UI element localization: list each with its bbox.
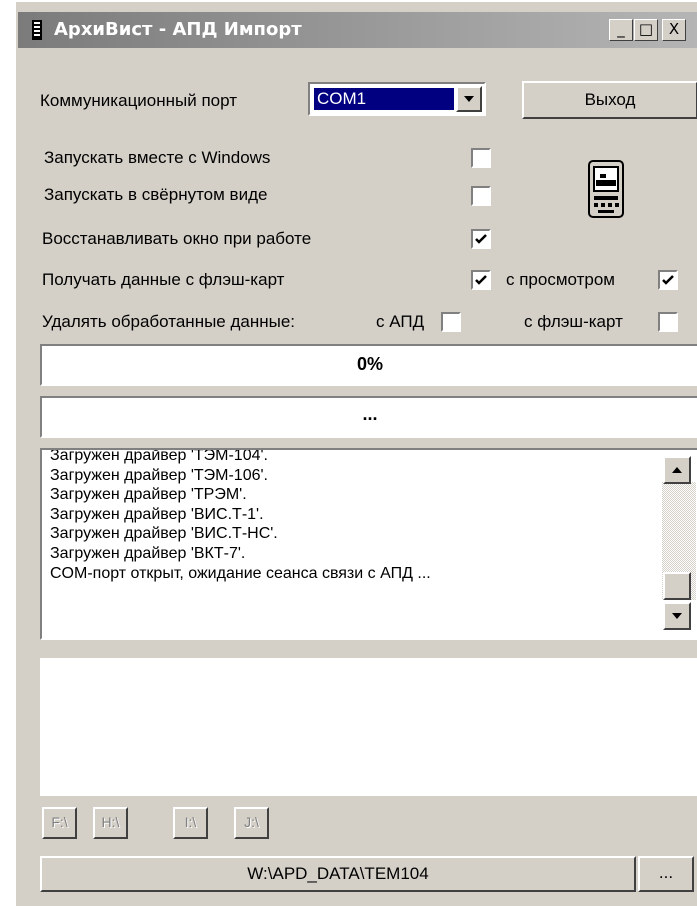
port-combobox[interactable]: COM1 (308, 82, 486, 116)
with-preview-label: с просмотром (506, 270, 615, 289)
option-label-flash: Получать данные с флэш-карт (42, 270, 285, 289)
chevron-up-icon (672, 467, 682, 473)
delete-flash-label: с флэш-карт (524, 312, 623, 331)
chevron-down-icon[interactable] (456, 86, 482, 112)
path-button[interactable]: W:\APD_DATA\TEM104 (40, 856, 636, 892)
log-line: Загружен драйвер 'ТЭМ-104'. (50, 448, 268, 464)
drive-j-label: J:\ (244, 814, 259, 830)
drive-i-label: I:\ (184, 814, 197, 830)
delete-apd-checkbox[interactable] (441, 312, 461, 332)
port-selected-value: COM1 (314, 88, 454, 110)
chevron-down-icon (672, 613, 682, 619)
log-line: Загружен драйвер 'ТРЭМ'. (50, 486, 247, 504)
flash-data-checkbox[interactable] (471, 270, 491, 290)
minimize-button[interactable]: _ (609, 19, 633, 41)
pda-device-icon (588, 160, 624, 218)
status-box: ... (40, 396, 697, 438)
log-line: COM-порт открыт, ожидание сеанса связи с… (50, 564, 431, 582)
minimize-icon: _ (617, 20, 625, 38)
log-lines: Загружен драйвер 'ТЭМ-104'. Загружен дра… (50, 450, 431, 583)
delete-apd-label: с АПД (376, 312, 425, 331)
window-title: АрхиВист - АПД Импорт (54, 19, 302, 40)
browse-button[interactable]: ... (638, 856, 694, 892)
checkmark-icon (475, 275, 487, 285)
checkmark-icon (475, 234, 487, 244)
maximize-button[interactable]: □ (634, 19, 658, 41)
option-label-restore: Восстанавливать окно при работе (42, 229, 312, 248)
exit-button-label: Выход (584, 90, 636, 109)
progress-percent: 0% (356, 354, 383, 374)
scroll-down-button[interactable] (663, 602, 691, 630)
drive-f-button[interactable]: F:\ (42, 807, 77, 839)
with-preview-checkbox[interactable] (658, 270, 678, 290)
title-bar[interactable]: АрхиВист - АПД Импорт _ □ X (18, 12, 697, 48)
app-tower-icon (32, 20, 42, 40)
option-label-autostart: Запускать вместе с Windows (44, 148, 271, 167)
delete-flash-checkbox[interactable] (658, 312, 678, 332)
log-listbox[interactable]: Загружен драйвер 'ТЭМ-104'. Загружен дра… (40, 448, 697, 640)
delete-label: Удалять обработанные данные: (42, 312, 296, 331)
scrollbar-thumb[interactable] (663, 572, 691, 600)
start-minimized-checkbox[interactable] (471, 186, 491, 206)
port-label: Коммуникационный порт (40, 91, 238, 110)
app-window: АрхиВист - АПД Импорт _ □ X Коммуникацио… (14, 0, 697, 906)
close-button[interactable]: X (662, 19, 686, 41)
preview-area (40, 658, 697, 796)
exit-button[interactable]: Выход (522, 81, 697, 119)
log-line: Загружен драйвер 'ТЭМ-106'. (50, 466, 268, 484)
drive-h-label: H:\ (101, 814, 120, 830)
drive-h-button[interactable]: H:\ (93, 807, 128, 839)
option-label-minimized: Запускать в свёрнутом виде (44, 185, 268, 204)
log-line: Загружен драйвер 'ВИС.Т-НС'. (50, 525, 278, 543)
progress-bar: 0% (40, 344, 697, 386)
path-value: W:\APD_DATA\TEM104 (247, 864, 429, 883)
checkmark-icon (662, 275, 674, 285)
drive-f-label: F:\ (51, 814, 68, 830)
log-line: Загружен драйвер 'ВКТ-7'. (50, 544, 246, 562)
maximize-icon: □ (638, 20, 654, 38)
drive-j-button[interactable]: J:\ (234, 807, 269, 839)
drive-i-button[interactable]: I:\ (173, 807, 208, 839)
restore-window-checkbox[interactable] (471, 229, 491, 249)
autostart-checkbox[interactable] (471, 148, 491, 168)
close-icon: X (668, 20, 680, 38)
log-line: Загружен драйвер 'ВИС.Т-1'. (50, 505, 264, 523)
browse-button-label: ... (658, 863, 674, 882)
status-text: ... (362, 404, 378, 424)
scroll-up-button[interactable] (663, 456, 691, 484)
